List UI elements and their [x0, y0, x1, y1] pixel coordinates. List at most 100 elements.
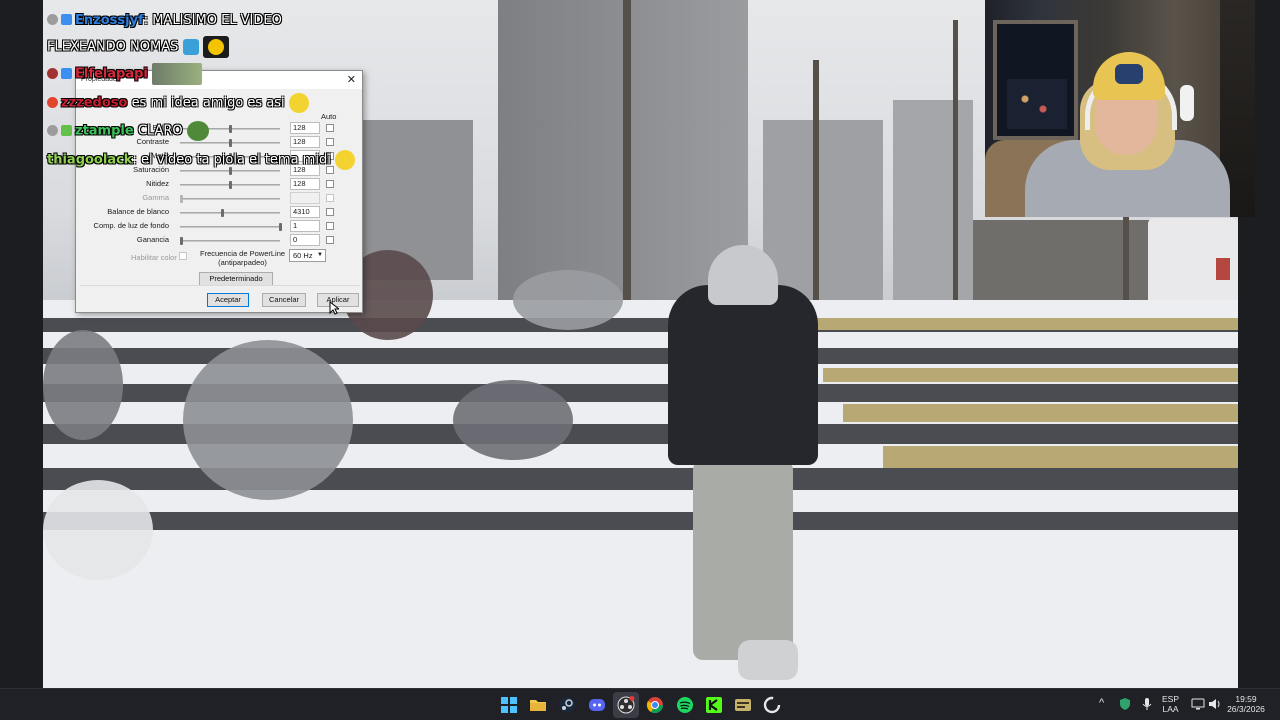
slider-thumb[interactable]: [229, 181, 232, 189]
property-value: [290, 192, 320, 204]
property-row-gamma: Gamma: [76, 192, 364, 206]
spotify-icon[interactable]: [676, 696, 694, 714]
pigeon: [43, 480, 153, 580]
wood-step: [883, 446, 1238, 468]
person-walking: [668, 245, 818, 685]
language-indicator[interactable]: ESP LAA: [1162, 694, 1179, 714]
chat-badge-icon: [47, 14, 58, 25]
emote-icon: [152, 63, 203, 85]
clock[interactable]: 19:59 26/3/2026: [1226, 694, 1266, 714]
mouse-cursor-icon: [329, 301, 339, 315]
auto-checkbox[interactable]: [326, 222, 334, 230]
property-row-nitidez: Nitidez 128: [76, 178, 364, 192]
security-shield-icon[interactable]: [1118, 697, 1132, 711]
chat-text: CLARO: [137, 123, 183, 139]
property-row-balance-de-blanco: Balance de blanco 4310: [76, 206, 364, 220]
property-label: Comp. de luz de fondo: [93, 221, 169, 230]
powerline-label: Frecuencia de PowerLine (antiparpadeo): [200, 249, 285, 267]
chat-badge-icon: [47, 96, 58, 108]
chat-text: es mi idea amigo es asi: [131, 95, 285, 111]
chat-message: zzzedoso es mi idea amigo es asi: [47, 93, 309, 113]
slider-thumb: [180, 195, 183, 203]
property-value[interactable]: 128: [290, 178, 320, 190]
auto-checkbox[interactable]: [326, 138, 334, 146]
property-value[interactable]: 1: [290, 220, 320, 232]
cancel-button[interactable]: Cancelar: [262, 293, 306, 307]
emote-icon: [182, 39, 199, 55]
emote-icon: [288, 93, 309, 113]
obs-icon[interactable]: [617, 696, 635, 714]
property-row-comp-luz-fondo: Comp. de luz de fondo 1: [76, 220, 364, 234]
powerline-label-sub: (antiparpadeo): [218, 257, 267, 267]
chrome-icon[interactable]: [646, 696, 664, 714]
powerline-selected-value: 60 Hz: [293, 251, 313, 260]
chat-badge-icon: [47, 124, 58, 136]
chat-message: thiagoolack: el video ta piola el tema m…: [47, 150, 355, 170]
chat-badge-icon: [61, 67, 72, 79]
default-button[interactable]: Predeterminado: [199, 272, 273, 286]
clock-time: 19:59: [1235, 694, 1257, 704]
step: [43, 332, 1238, 348]
chat-message: Enzossjyf: MALISIMO EL VIDEO: [47, 13, 282, 28]
emote-icon: [186, 121, 209, 141]
wood-step: [843, 404, 1238, 422]
discord-icon[interactable]: [588, 696, 606, 714]
emote-icon: [334, 150, 355, 170]
auto-column-header: Auto: [321, 112, 337, 121]
chat-username: zzzedoso: [61, 95, 128, 111]
file-explorer-icon[interactable]: [529, 696, 547, 714]
kick-icon[interactable]: [705, 696, 723, 714]
property-value[interactable]: 0: [290, 234, 320, 246]
pigeon: [513, 270, 623, 330]
slider-thumb[interactable]: [279, 223, 282, 231]
property-label: Gamma: [142, 193, 169, 202]
auto-checkbox[interactable]: [326, 208, 334, 216]
property-label: Nitidez: [146, 179, 169, 188]
auto-checkbox[interactable]: [326, 180, 334, 188]
chat-message: Elfelapapi: [47, 63, 203, 85]
chat-text: el video ta piola el tema midi: [140, 152, 331, 168]
emote-icon: [202, 36, 229, 58]
powerline-select[interactable]: 60 Hz ▼: [289, 249, 326, 262]
chat-username: thiagoolack: [47, 152, 133, 168]
property-label: Balance de blanco: [107, 207, 169, 216]
accept-button[interactable]: Aceptar: [207, 293, 249, 307]
close-icon[interactable]: ✕: [347, 73, 356, 86]
app-icon[interactable]: [763, 696, 781, 714]
streamer-webcam: [985, 0, 1255, 217]
parked-van: [1148, 218, 1238, 313]
chat-username: Elfelapapi: [75, 66, 148, 82]
property-value[interactable]: 128: [290, 122, 320, 134]
slider-thumb[interactable]: [229, 139, 232, 147]
property-value[interactable]: 4310: [290, 206, 320, 218]
slider-track[interactable]: [180, 226, 280, 228]
microphone-icon[interactable]: [1140, 697, 1154, 711]
auto-checkbox[interactable]: [326, 124, 334, 132]
network-icon[interactable]: [1191, 698, 1205, 710]
slider-track[interactable]: [180, 240, 280, 242]
property-label: Ganancia: [136, 235, 169, 244]
property-value[interactable]: 128: [290, 136, 320, 148]
slider-track: [180, 198, 280, 200]
volume-icon[interactable]: [1208, 698, 1222, 710]
slider-thumb[interactable]: [180, 237, 183, 245]
slider-track[interactable]: [180, 212, 280, 214]
tree: [623, 0, 631, 300]
app-icon[interactable]: [734, 696, 752, 714]
habilitar-color-checkbox: [179, 252, 187, 260]
windows-start-icon[interactable]: [500, 696, 518, 714]
habilitar-color-label: Habilitar color: [131, 253, 177, 262]
tray-overflow-chevron-icon[interactable]: ^: [1099, 697, 1104, 709]
slider-thumb[interactable]: [221, 209, 224, 217]
step: [43, 512, 1238, 530]
slider-thumb[interactable]: [229, 125, 232, 133]
wood-step: [823, 368, 1238, 382]
auto-checkbox: [326, 194, 334, 202]
building: [893, 100, 973, 300]
steam-icon[interactable]: [558, 696, 576, 714]
snow-ground: [43, 530, 1238, 688]
clock-date: 26/3/2026: [1227, 704, 1265, 714]
auto-checkbox[interactable]: [326, 236, 334, 244]
chat-message: FLEXEANDO NOMAS: [47, 36, 229, 58]
language-code: ESP: [1162, 694, 1180, 704]
